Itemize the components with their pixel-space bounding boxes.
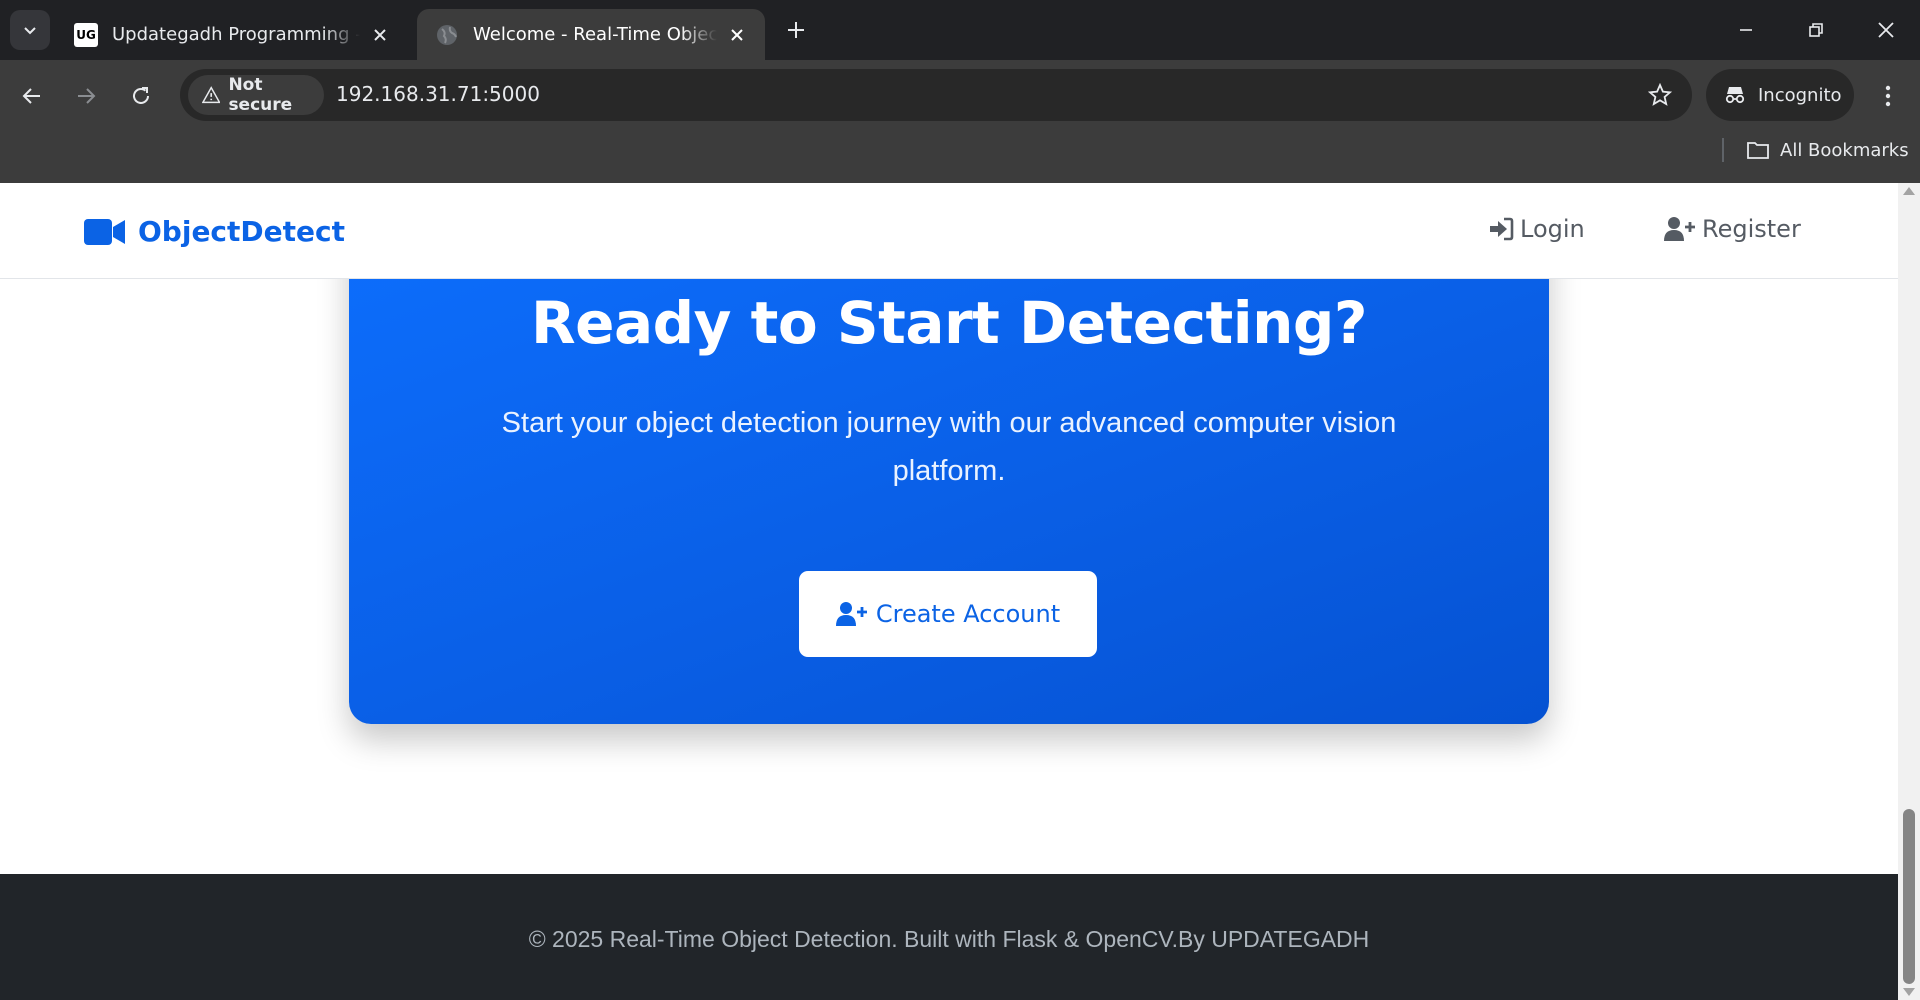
folder-icon (1747, 142, 1769, 159)
bookmarks-divider (1722, 138, 1724, 162)
new-tab-button[interactable] (780, 14, 812, 46)
reload-icon (133, 87, 149, 104)
user-plus-icon (1664, 217, 1695, 241)
bookmarks-label: All Bookmarks (1780, 139, 1909, 161)
ug-logo-icon: UG (74, 22, 98, 47)
nav-login-link[interactable]: Login (1488, 215, 1585, 243)
scrollbar-thumb[interactable] (1903, 809, 1915, 984)
site-navbar: ObjectDetect Login Register (0, 183, 1898, 279)
close-window-button[interactable] (1866, 10, 1906, 50)
address-bar[interactable]: Not secure 192.168.31.71:5000 (180, 69, 1692, 121)
scroll-up-arrow-icon[interactable] (1903, 187, 1915, 195)
warning-icon (202, 86, 221, 104)
star-icon (1648, 83, 1672, 106)
all-bookmarks-button[interactable]: All Bookmarks (1746, 136, 1909, 164)
cta-section: Ready to Start Detecting? Start your obj… (349, 219, 1549, 724)
tab-title: Welcome - Real-Time Object Detection (473, 24, 717, 45)
minimize-button[interactable] (1726, 10, 1766, 50)
bookmark-star-button[interactable] (1646, 81, 1674, 109)
browser-menu-button[interactable] (1870, 76, 1906, 116)
user-plus-icon (835, 602, 867, 626)
login-icon (1490, 217, 1514, 241)
incognito-profile-button[interactable]: Incognito (1706, 69, 1854, 121)
url-text[interactable]: 192.168.31.71:5000 (336, 82, 540, 106)
create-account-label: Create Account (875, 600, 1061, 628)
globe-icon (435, 23, 459, 47)
minimize-icon (1740, 29, 1752, 31)
login-label: Login (1520, 215, 1585, 243)
brand-name: ObjectDetect (138, 215, 346, 248)
incognito-icon (1725, 87, 1745, 104)
page-scrollbar[interactable] (1898, 183, 1920, 1000)
chevron-down-icon (24, 27, 36, 35)
brand-logo[interactable]: ObjectDetect (84, 215, 345, 248)
browser-tab-welcome[interactable]: Welcome - Real-Time Object Detection (417, 9, 765, 60)
browser-tab-updategadh[interactable]: UG Updategadh Programming - Updategadh (56, 9, 408, 60)
forward-button[interactable] (66, 76, 106, 116)
video-camera-icon (84, 218, 125, 245)
close-icon (1878, 22, 1894, 38)
security-label: Not secure (228, 75, 293, 115)
reload-button[interactable] (121, 76, 161, 116)
tab-search-button[interactable] (10, 10, 50, 50)
back-button[interactable] (12, 76, 52, 116)
scroll-down-arrow-icon[interactable] (1903, 988, 1915, 996)
browser-toolbar: Not secure 192.168.31.71:5000 Incognito … (0, 60, 1920, 190)
incognito-label: Incognito (1758, 84, 1842, 106)
browser-tabstrip: UG Updategadh Programming - Updategadh W… (0, 0, 1920, 60)
footer-copyright: © 2025 Real-Time Object Detection. Built… (528, 926, 1370, 952)
tab-title: Updategadh Programming - Updategadh (112, 24, 360, 45)
more-vert-icon (1885, 85, 1891, 107)
create-account-button[interactable]: Create Account (799, 571, 1097, 657)
nav-register-link[interactable]: Register (1664, 215, 1801, 243)
forward-arrow-icon (78, 88, 96, 104)
plus-icon (788, 22, 804, 38)
cta-description: Start your object detection journey with… (501, 407, 1397, 487)
register-label: Register (1702, 215, 1801, 243)
close-tab-icon[interactable] (725, 23, 749, 47)
close-tab-icon[interactable] (368, 23, 392, 47)
cta-heading: Ready to Start Detecting? (530, 289, 1368, 357)
restore-button[interactable] (1796, 10, 1836, 50)
security-indicator[interactable]: Not secure (188, 75, 324, 115)
back-arrow-icon (22, 88, 40, 104)
page-viewport: ObjectDetect Login Register Ready to Sta… (0, 183, 1898, 1000)
restore-icon (1809, 23, 1823, 37)
site-footer: © 2025 Real-Time Object Detection. Built… (0, 874, 1898, 1000)
